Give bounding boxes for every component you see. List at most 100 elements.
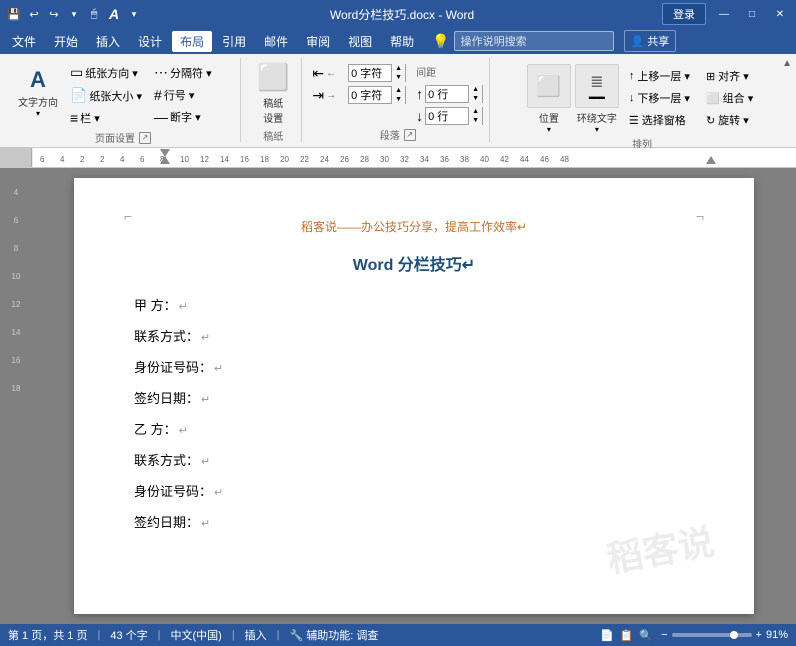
ribbon-collapse-button[interactable]: ▲	[782, 58, 792, 69]
draft-paper-group-label: 稿纸	[263, 128, 283, 143]
hyphenation-button[interactable]: — 断字 ▾	[150, 107, 234, 127]
undo-icon[interactable]: ↩	[26, 6, 42, 22]
content-line-4[interactable]: 乙 方： ↵	[134, 419, 694, 438]
view-read-icon[interactable]: 🔍	[639, 629, 653, 642]
ruler-indent-hanging[interactable]	[160, 153, 170, 167]
align-button[interactable]: ⊞ 对齐 ▾	[702, 66, 757, 86]
draft-paper-button[interactable]: ⬜ 稿纸设置	[251, 60, 295, 126]
space-before-down[interactable]: ▼	[469, 94, 482, 103]
redo-icon[interactable]: ↪	[46, 6, 62, 22]
move-backward-button[interactable]: ↓ 下移一层 ▾	[625, 88, 694, 108]
space-after-spinbox[interactable]: ▲ ▼	[425, 107, 483, 125]
space-after-up[interactable]: ▲	[469, 107, 482, 116]
menu-item-layout[interactable]: 布局	[172, 31, 212, 52]
line-label-6: 身份证号码：	[134, 481, 212, 500]
indent-left-input[interactable]	[349, 67, 391, 79]
wrap-text-sub: ▬▬	[589, 92, 605, 101]
corner-mark-tr: ¬	[696, 208, 704, 224]
zoom-thumb[interactable]	[730, 631, 738, 639]
space-before-input[interactable]	[426, 88, 468, 100]
svg-text:40: 40	[480, 155, 489, 164]
status-insert-mode[interactable]: 插入	[245, 627, 267, 643]
menu-item-design[interactable]: 设计	[130, 31, 170, 52]
zoom-out-btn[interactable]: −	[661, 629, 667, 641]
menu-item-review[interactable]: 审阅	[298, 31, 338, 52]
content-line-5[interactable]: 联系方式： ↵	[134, 450, 694, 469]
indent-left-down[interactable]: ▼	[392, 73, 405, 82]
menu-item-home[interactable]: 开始	[46, 31, 86, 52]
status-right: 📄 📋 🔍 − + 91%	[600, 629, 788, 642]
zoom-level[interactable]: 91%	[766, 629, 788, 641]
content-line-0[interactable]: 甲 方： ↵	[134, 295, 694, 314]
space-before-spinbox[interactable]: ▲ ▼	[425, 85, 483, 103]
paper-size-button[interactable]: 📄 纸张大小 ▾	[66, 85, 146, 106]
indent-left-up[interactable]: ▲	[392, 64, 405, 73]
indent-right-up[interactable]: ▲	[392, 86, 405, 95]
svg-text:42: 42	[500, 155, 509, 164]
line-end-4: ↵	[179, 424, 188, 437]
menu-item-file[interactable]: 文件	[4, 31, 44, 52]
text-direction-label: 文字方向	[18, 94, 58, 109]
space-after-icon: ↓	[416, 108, 423, 124]
format-icon[interactable]: A	[106, 6, 122, 22]
line-label-5: 联系方式：	[134, 450, 199, 469]
search-bar[interactable]: 操作说明搜索	[454, 31, 614, 51]
save-icon[interactable]: 💾	[6, 6, 22, 22]
line-label-2: 身份证号码：	[134, 357, 212, 376]
document-title[interactable]: Word 分栏技巧↵	[134, 251, 694, 275]
document-page[interactable]: ⌐ ¬ 稻客说——办公技巧分享，提高工作效率↵ Word 分栏技巧↵ 甲 方： …	[74, 178, 754, 614]
content-line-6[interactable]: 身份证号码： ↵	[134, 481, 694, 500]
content-line-3[interactable]: 签约日期： ↵	[134, 388, 694, 407]
indent-left-spinbox[interactable]: ▲ ▼	[348, 64, 406, 82]
space-after-input[interactable]	[426, 110, 468, 122]
margins-button[interactable]: ▭ 纸张方向 ▾	[66, 62, 146, 83]
columns-button[interactable]: ≡ 栏 ▾	[66, 108, 146, 128]
zoom-track[interactable]	[672, 633, 752, 637]
lightbulb-icon: 💡	[432, 33, 449, 50]
columns-label: 栏 ▾	[80, 110, 100, 126]
more-icon[interactable]: ▾	[126, 6, 142, 22]
close-button[interactable]: ✕	[770, 4, 790, 24]
rotate-button[interactable]: ↻ 旋转 ▾	[702, 110, 757, 130]
view-print-icon[interactable]: 📄	[600, 629, 614, 642]
group-button[interactable]: ⬜ 组合 ▾	[702, 88, 757, 108]
line-numbers-button[interactable]: # 行号 ▾	[150, 85, 234, 105]
content-line-1[interactable]: 联系方式： ↵	[134, 326, 694, 345]
text-direction-icon: A	[30, 68, 46, 92]
menu-item-references[interactable]: 引用	[214, 31, 254, 52]
line-end-0: ↵	[179, 300, 188, 313]
page-setup-group-label: 页面设置 ↗	[95, 130, 151, 145]
text-direction-button[interactable]: A 文字方向 ▾	[12, 60, 64, 126]
menu-item-mailings[interactable]: 邮件	[256, 31, 296, 52]
content-line-2[interactable]: 身份证号码： ↵	[134, 357, 694, 376]
view-web-icon[interactable]: 📋	[620, 629, 634, 642]
position-button[interactable]: ⬜	[527, 64, 571, 108]
selection-pane-button[interactable]: ☰ 选择窗格	[625, 110, 694, 130]
menu-item-help[interactable]: 帮助	[382, 31, 422, 52]
minimize-button[interactable]: —	[714, 4, 734, 24]
wrap-text-button[interactable]: ≣ ▬▬	[575, 64, 619, 108]
status-page: 第 1 页，共 1 页	[8, 627, 87, 643]
page-container[interactable]: ⌐ ¬ 稻客说——办公技巧分享，提高工作效率↵ Word 分栏技巧↵ 甲 方： …	[32, 168, 796, 624]
move-forward-button[interactable]: ↑ 上移一层 ▾	[625, 66, 694, 86]
space-before-up[interactable]: ▲	[469, 85, 482, 94]
share-label: 共享	[647, 33, 669, 49]
restore-button[interactable]: □	[742, 4, 762, 24]
login-button[interactable]: 登录	[662, 3, 706, 25]
indent-right-down[interactable]: ▼	[392, 95, 405, 104]
indent-right-spinbox[interactable]: ▲ ▼	[348, 86, 406, 104]
breaks-button[interactable]: ⋯ 分隔符 ▾	[150, 62, 234, 83]
content-line-7[interactable]: 签约日期： ↵	[134, 512, 694, 531]
menu-item-insert[interactable]: 插入	[88, 31, 128, 52]
ruler-indent-right[interactable]	[706, 153, 716, 167]
menu-item-view[interactable]: 视图	[340, 31, 380, 52]
space-after-down[interactable]: ▼	[469, 116, 482, 125]
touch-icon[interactable]: 🖱	[86, 6, 102, 22]
indent-right-input[interactable]	[349, 89, 391, 101]
customize-icon[interactable]: ▾	[66, 6, 82, 22]
share-button[interactable]: 👤 共享	[624, 30, 677, 52]
zoom-in-btn[interactable]: +	[756, 629, 762, 641]
page-setup-expand[interactable]: ↗	[139, 132, 151, 144]
paragraph-expand[interactable]: ↗	[404, 129, 416, 141]
svg-text:28: 28	[360, 155, 369, 164]
